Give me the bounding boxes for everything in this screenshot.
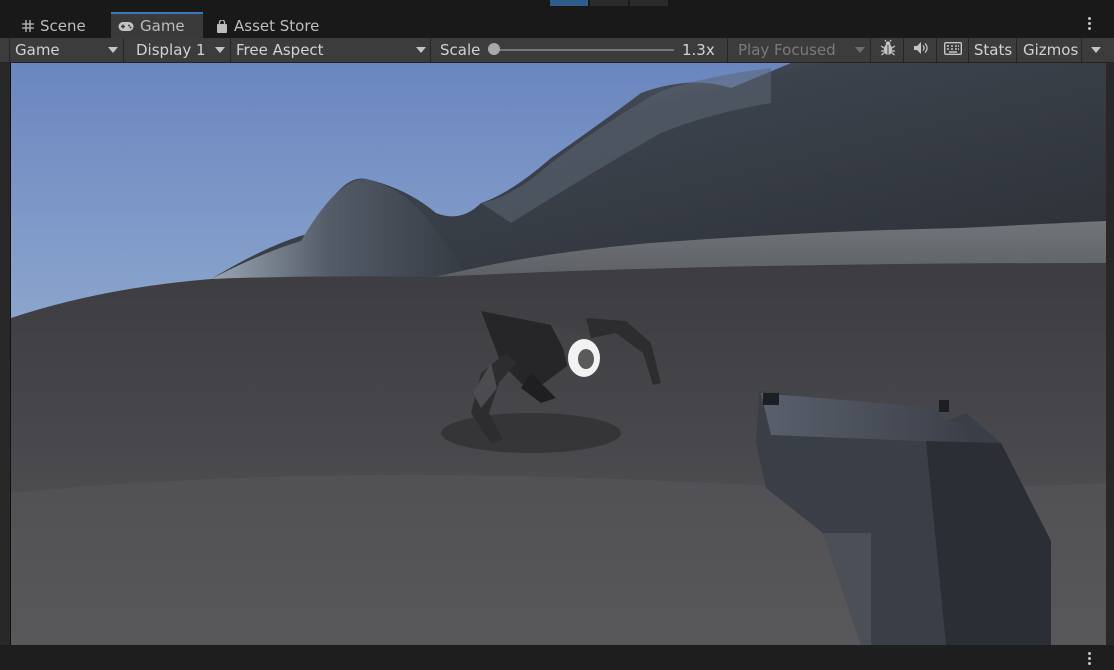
game-render xyxy=(11,63,1106,645)
tab-game[interactable]: Game xyxy=(111,12,203,38)
tab-asset-store[interactable]: Asset Store xyxy=(206,14,326,38)
tab-label: Scene xyxy=(40,17,86,35)
mute-audio-toggle[interactable] xyxy=(905,38,937,62)
scale-slider-track[interactable] xyxy=(492,49,674,51)
stats-button[interactable]: Stats xyxy=(970,38,1017,62)
left-panel-edge xyxy=(0,63,10,645)
left-edge xyxy=(0,38,10,62)
scale-slider-handle[interactable] xyxy=(488,43,500,55)
scale-control: Scale 1.3x xyxy=(432,38,728,62)
shortcuts-toggle[interactable] xyxy=(938,38,969,62)
scale-label: Scale xyxy=(440,41,481,59)
bug-icon xyxy=(879,39,897,61)
game-mode-value: Game xyxy=(15,41,60,59)
tab-label: Game xyxy=(140,17,185,35)
speaker-icon xyxy=(913,41,929,59)
gizmos-button[interactable]: Gizmos xyxy=(1018,38,1082,62)
gamepad-icon xyxy=(118,21,134,32)
aspect-dropdown[interactable]: Free Aspect xyxy=(232,38,431,62)
game-viewport[interactable] xyxy=(10,63,1106,645)
keyboard-icon xyxy=(943,41,963,59)
pause-button[interactable] xyxy=(590,0,628,6)
grid-icon xyxy=(22,20,34,32)
more-options-icon[interactable] xyxy=(1088,652,1092,667)
chevron-down-icon xyxy=(108,47,118,53)
game-toolbar: Game Display 1 Free Aspect Scale 1.3x Pl… xyxy=(0,38,1114,63)
game-mode-dropdown[interactable]: Game xyxy=(11,38,124,62)
gizmos-label: Gizmos xyxy=(1023,41,1079,59)
tab-bar: Scene Game Asset Store xyxy=(0,12,1114,38)
stats-label: Stats xyxy=(973,41,1013,59)
bug-toggle[interactable] xyxy=(872,38,904,62)
scale-value: 1.3x xyxy=(682,41,715,59)
right-panel-edge xyxy=(1105,63,1114,645)
play-button[interactable] xyxy=(550,0,588,6)
shopping-bag-icon xyxy=(216,19,228,33)
chevron-down-icon xyxy=(416,47,426,53)
aspect-value: Free Aspect xyxy=(236,41,324,59)
more-options-icon[interactable] xyxy=(1088,17,1092,32)
bottom-bar xyxy=(0,645,1114,670)
gizmos-dropdown[interactable] xyxy=(1083,38,1114,62)
tab-scene[interactable]: Scene xyxy=(14,14,110,38)
display-dropdown[interactable]: Display 1 xyxy=(125,38,231,62)
chevron-down-icon xyxy=(1091,47,1101,53)
display-value: Display 1 xyxy=(136,41,206,59)
tab-label: Asset Store xyxy=(234,17,320,35)
play-mode-dropdown[interactable]: Play Focused xyxy=(729,38,871,62)
chevron-down-icon xyxy=(855,47,865,53)
play-mode-value: Play Focused xyxy=(738,41,836,59)
step-button[interactable] xyxy=(630,0,668,6)
top-strip xyxy=(0,0,1114,12)
chevron-down-icon xyxy=(215,47,225,53)
